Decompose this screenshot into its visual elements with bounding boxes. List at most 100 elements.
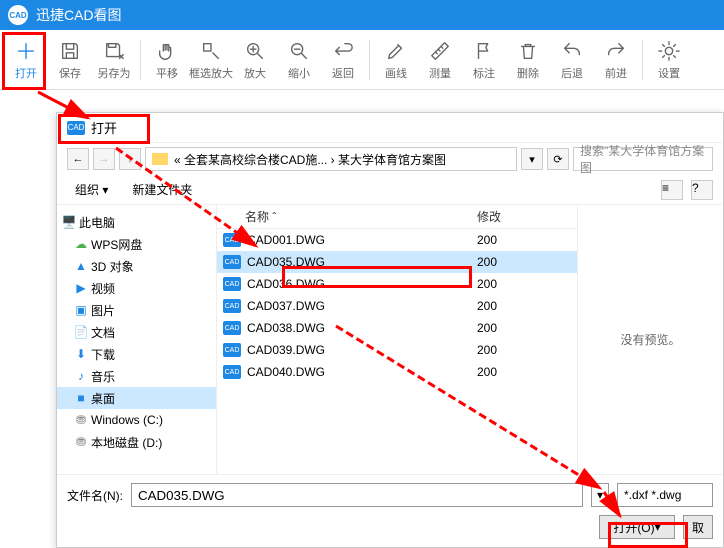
return-icon [331, 39, 355, 63]
toolbar-back-button[interactable]: 返回 [321, 32, 365, 88]
col-name[interactable]: 名称 ˆ [217, 208, 477, 225]
sidebar-item[interactable]: 🖥️此电脑 [57, 211, 216, 233]
preview-pane: 没有预览。 [577, 205, 723, 474]
search-input[interactable]: 搜索"某大学体育馆方案图 [573, 147, 713, 171]
file-row[interactable]: CADCAD001.DWG200 [217, 229, 577, 251]
app-icon: CAD [8, 5, 28, 25]
sidebar-label: 下载 [91, 346, 115, 363]
sidebar-label: 音乐 [91, 368, 115, 385]
file-row[interactable]: CADCAD039.DWG200 [217, 339, 577, 361]
toolbar-zoomout-button[interactable]: 缩小 [277, 32, 321, 88]
open-button[interactable]: 打开(O) ▾ [599, 515, 675, 539]
toolbar-label: 另存为 [98, 65, 131, 81]
toolbar-line-button[interactable]: 画线 [374, 32, 418, 88]
undo-icon [560, 39, 584, 63]
zoom-out-icon [287, 39, 311, 63]
file-row[interactable]: CADCAD037.DWG200 [217, 295, 577, 317]
sidebar-icon: ▶ [73, 280, 89, 296]
toolbar-saveas-button[interactable]: 另存为 [92, 32, 136, 88]
breadcrumb-text: « 全套某高校综合楼CAD施... › 某大学体育馆方案图 [174, 151, 446, 168]
file-name: CAD040.DWG [247, 365, 477, 379]
file-mod: 200 [477, 343, 537, 357]
cad-file-icon: CAD [223, 255, 241, 269]
nav-up-button[interactable]: ↑ [119, 148, 141, 170]
dialog-bottom: 文件名(N): ▾ *.dxf *.dwg 打开(O) ▾ 取 [57, 474, 723, 547]
sidebar-label: WPS网盘 [91, 236, 142, 253]
file-row[interactable]: CADCAD036.DWG200 [217, 273, 577, 295]
file-name: CAD038.DWG [247, 321, 477, 335]
organize-button[interactable]: 组织 ▾ [67, 179, 116, 200]
sidebar: 🖥️此电脑☁WPS网盘▲3D 对象▶视频▣图片📄文档⬇下载♪音乐■桌面⛃Wind… [57, 205, 217, 474]
toolbar-delete-button[interactable]: 删除 [506, 32, 550, 88]
file-name: CAD035.DWG [247, 255, 477, 269]
sidebar-icon: ■ [73, 390, 89, 406]
sidebar-item[interactable]: ▣图片 [57, 299, 216, 321]
toolbar-label: 测量 [429, 65, 451, 81]
redo-icon [604, 39, 628, 63]
flag-icon [472, 39, 496, 63]
file-row[interactable]: CAD CAD038.DWG200 [217, 317, 577, 339]
nav-forward-button[interactable]: → [93, 148, 115, 170]
sidebar-label: 文档 [91, 324, 115, 341]
sidebar-item[interactable]: ⛃Windows (C:) [57, 409, 216, 431]
refresh-button[interactable]: ⟳ [547, 148, 569, 170]
ruler-icon [428, 39, 452, 63]
sidebar-label: 视频 [91, 280, 115, 297]
toolbar-undo-button[interactable]: 后退 [550, 32, 594, 88]
file-name: CAD001.DWG [247, 233, 477, 247]
trash-icon [516, 39, 540, 63]
file-mod: 200 [477, 365, 537, 379]
toolbar-save-button[interactable]: 保存 [48, 32, 92, 88]
save-icon [58, 39, 82, 63]
sidebar-item[interactable]: ☁WPS网盘 [57, 233, 216, 255]
nav-back-button[interactable]: ← [67, 148, 89, 170]
toolbar-redo-button[interactable]: 前进 [594, 32, 638, 88]
filename-input[interactable] [131, 483, 583, 507]
sidebar-item[interactable]: ▲3D 对象 [57, 255, 216, 277]
dialog-titlebar: CAD 打开 [57, 113, 723, 143]
sidebar-item[interactable]: ♪音乐 [57, 365, 216, 387]
file-row[interactable]: CADCAD040.DWG200 [217, 361, 577, 383]
toolbar-mark-button[interactable]: 标注 [462, 32, 506, 88]
file-list: 名称 ˆ 修改 CADCAD001.DWG200CADCAD035.DWG200… [217, 205, 577, 474]
sidebar-item[interactable]: ▶视频 [57, 277, 216, 299]
sidebar-icon: ⛃ [73, 412, 89, 428]
file-row[interactable]: CADCAD035.DWG200 [217, 251, 577, 273]
toolbar-settings-button[interactable]: 设置 [647, 32, 691, 88]
cad-file-icon: CAD [223, 343, 241, 357]
file-mod: 200 [477, 321, 537, 335]
nav-row: ← → ↑ « 全套某高校综合楼CAD施... › 某大学体育馆方案图 ▾ ⟳ … [57, 143, 723, 175]
view-help-button[interactable]: ? [691, 180, 713, 200]
sidebar-label: Windows (C:) [91, 413, 163, 427]
sort-asc-icon: ˆ [272, 210, 276, 224]
new-folder-button[interactable]: 新建文件夹 [124, 179, 200, 200]
filter-dropdown[interactable]: *.dxf *.dwg [617, 483, 713, 507]
file-mod: 200 [477, 299, 537, 313]
sidebar-item[interactable]: ⛃本地磁盘 (D:) [57, 431, 216, 453]
zoom-in-icon [243, 39, 267, 63]
app-title: 迅捷CAD看图 [36, 5, 122, 25]
file-mod: 200 [477, 233, 537, 247]
file-name: CAD037.DWG [247, 299, 477, 313]
sidebar-icon: ☁ [73, 236, 89, 252]
sidebar-item[interactable]: ⬇下载 [57, 343, 216, 365]
folder-icon [152, 153, 168, 165]
toolbar-pan-button[interactable]: 平移 [145, 32, 189, 88]
toolbar-zoomin-button[interactable]: 放大 [233, 32, 277, 88]
cad-file-icon: CAD [223, 321, 241, 335]
cancel-button[interactable]: 取 [683, 515, 713, 539]
breadcrumb[interactable]: « 全套某高校综合楼CAD施... › 某大学体育馆方案图 [145, 147, 517, 171]
sidebar-item[interactable]: ■桌面 [57, 387, 216, 409]
toolbar-open-button[interactable]: 打开 [4, 32, 48, 88]
breadcrumb-dropdown[interactable]: ▾ [521, 148, 543, 170]
file-list-header: 名称 ˆ 修改 [217, 205, 577, 229]
toolbar-label: 标注 [473, 65, 495, 81]
view-mode-button[interactable]: ≡ [661, 180, 683, 200]
col-mod[interactable]: 修改 [477, 208, 537, 225]
sidebar-item[interactable]: 📄文档 [57, 321, 216, 343]
filename-dropdown[interactable]: ▾ [591, 483, 609, 507]
hand-icon [155, 39, 179, 63]
toolbar-measure-button[interactable]: 测量 [418, 32, 462, 88]
toolbar-zoomwin-button[interactable]: 框选放大 [189, 32, 233, 88]
toolbar-label: 平移 [156, 65, 178, 81]
